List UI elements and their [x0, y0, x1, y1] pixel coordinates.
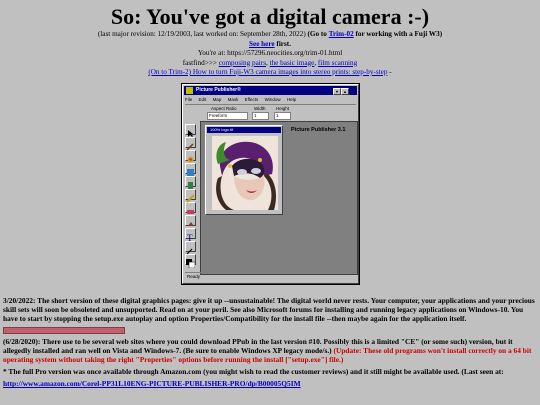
app-toolbox: T — [185, 123, 198, 273]
separator-bar — [3, 326, 125, 334]
app-title: Picture Publisher® — [196, 87, 241, 93]
minimize-icon: ▾ — [333, 88, 341, 95]
header-meta: (last major revision: 12/19/2003, last w… — [0, 30, 540, 78]
menu-window: Window — [264, 97, 281, 102]
location-note: You're at: https://57296.neocities.org/t… — [197, 49, 343, 57]
amazon-link[interactable]: http://www.amazon.com/Corel-PP31L10ENG-P… — [3, 379, 301, 388]
fastfind-link-composing-pairs[interactable]: composing pairs — [219, 59, 266, 67]
document-window: 100% logo.tif — [205, 125, 283, 215]
app-titlebar: Picture Publisher® ▾ ▴ — [184, 86, 357, 95]
go-to-prefix: (Go to — [307, 30, 327, 38]
fill-tool-icon — [185, 215, 196, 226]
maximize-icon: ▴ — [341, 88, 349, 95]
paragraph-short-version: 3/20/2022: The short version of these di… — [3, 296, 535, 324]
stereo-link-suffix: - — [389, 68, 392, 76]
menu-help: Help — [286, 97, 297, 102]
svg-text:T: T — [187, 233, 193, 242]
app-statusbar: Ready — [185, 272, 356, 281]
app-icon — [186, 87, 193, 94]
color-swatch-icon — [185, 254, 196, 269]
workspace-label: Picture Publisher 3.1 — [291, 127, 346, 133]
page-title: So: You've got a digital camera :-) — [110, 4, 430, 29]
menu-map: Map — [212, 97, 222, 102]
eyedropper-tool-icon — [185, 241, 196, 255]
stereo-prints-link[interactable]: (On to Trim-2) How to turn Fuji-W3 camer… — [148, 68, 387, 76]
menu-mask: Mask — [227, 97, 239, 102]
width-label: Width — [254, 106, 266, 111]
stamp-tool-icon — [185, 163, 196, 176]
app-toolbar: Aspect Ratio Freeform Width 1 Height 1 — [185, 104, 356, 121]
color-wheel-tool-icon — [185, 150, 196, 163]
fastfind-label: fastfind>>> — [182, 58, 217, 67]
paragraph-download-note: (6/28/2020): There use to be several web… — [3, 337, 537, 365]
height-field: 1 — [274, 112, 291, 120]
eraser-tool-icon — [185, 202, 196, 214]
trim-02-link[interactable]: Trim-02 — [329, 30, 354, 38]
app-window: Picture Publisher® ▾ ▴ File Edit Map Mas… — [182, 84, 359, 284]
picture-publisher-screenshot: Picture Publisher® ▾ ▴ File Edit Map Mas… — [181, 83, 360, 285]
text-tool-icon: T — [185, 228, 196, 243]
fastfind-link-film-scanning[interactable]: film scanning — [318, 59, 357, 67]
page: So: You've got a digital camera :-) (las… — [0, 0, 540, 405]
article-body: 3/20/2022: The short version of these di… — [3, 296, 537, 392]
brush-tool-icon — [185, 137, 196, 151]
app-menubar: File Edit Map Mask Effects Window Help — [185, 96, 356, 104]
menu-file: File — [185, 97, 193, 102]
height-label: Height — [276, 106, 290, 111]
menu-edit: Edit — [198, 97, 207, 102]
see-here-suffix: first. — [276, 39, 291, 48]
pencil-tool-icon — [185, 189, 196, 203]
document-title: 100% logo.tif — [207, 127, 281, 133]
workspace: Picture Publisher 3.1 100% logo.tif — [200, 121, 358, 275]
paragraph-pro-version: * The full Pro version was once availabl… — [3, 367, 504, 377]
width-field: 1 — [252, 112, 269, 120]
spray-tool-icon — [185, 176, 196, 189]
fastfind-link-basic-image[interactable]: the basic image — [270, 59, 315, 67]
masquerade-photo — [212, 136, 278, 210]
revision-note: (last major revision: 12/19/2003, last w… — [97, 30, 306, 38]
menu-effects: Effects — [244, 97, 259, 102]
see-here-link[interactable]: See here — [249, 40, 275, 48]
status-text: Ready — [187, 274, 201, 279]
aspect-ratio-field: Freeform — [207, 112, 248, 120]
go-to-suffix: for working with a Fuji W3) — [355, 30, 443, 38]
pointer-tool-icon — [185, 124, 196, 137]
aspect-ratio-label: Aspect Ratio — [211, 106, 237, 111]
